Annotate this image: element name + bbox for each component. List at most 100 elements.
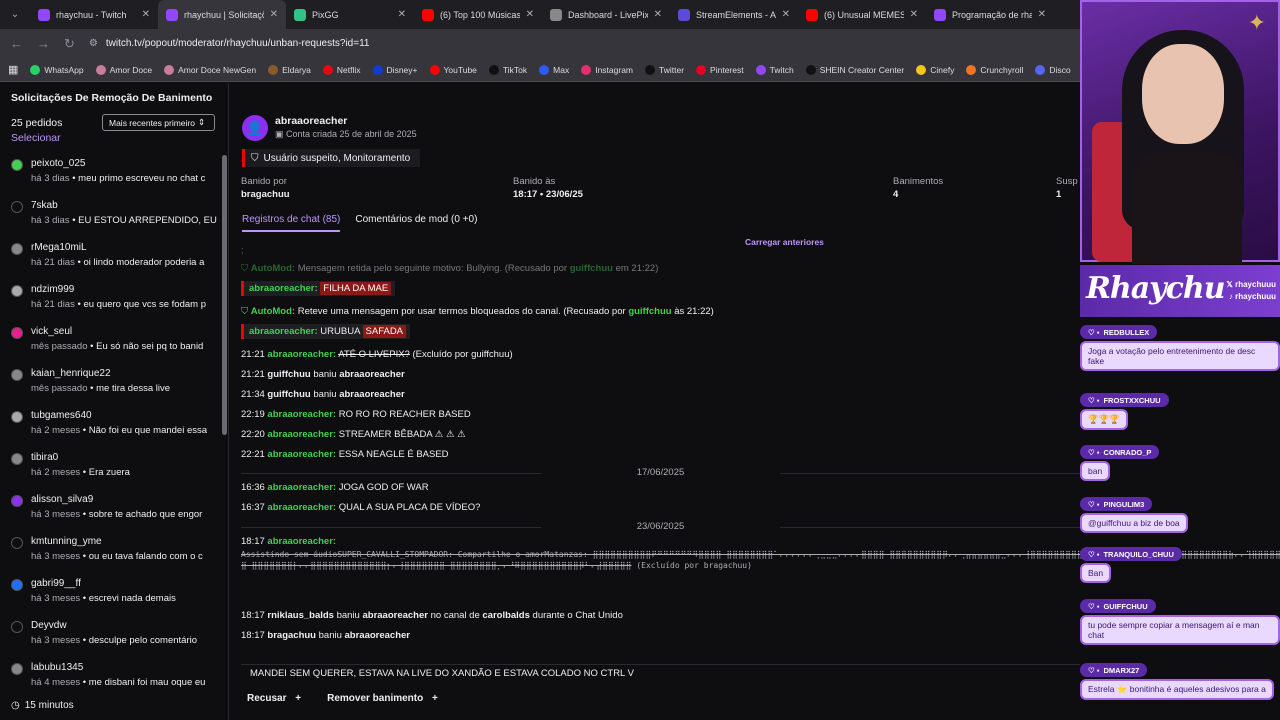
log-user[interactable]: abraaoreacher: (267, 502, 336, 513)
account-created-text: Conta criada 25 de abril de 2025 (286, 129, 417, 139)
bookmark-item[interactable]: Crunchyroll (966, 64, 1023, 75)
automod-moderator[interactable]: guiffchuu (570, 263, 613, 274)
bookmark-item[interactable]: Cinefy (916, 64, 954, 75)
list-item[interactable]: gabri99__ff há 3 meses • escrevi nada dem… (0, 573, 222, 615)
close-icon[interactable]: ✕ (398, 9, 406, 20)
close-icon[interactable]: ✕ (270, 9, 278, 20)
bookmark-item[interactable]: Disco (1035, 64, 1071, 75)
list-item[interactable]: kaian_henrique22 mês passado • me tira de… (0, 363, 222, 405)
bookmark-item[interactable]: Amor Doce (95, 64, 152, 75)
browser-tab[interactable]: Programação de rha ✕ (926, 0, 1054, 29)
forward-icon[interactable]: → (37, 36, 50, 51)
list-item[interactable]: Deyvdw há 3 meses • desculpe pelo comentá… (0, 615, 222, 657)
log-target[interactable]: abraaoreacher (345, 630, 410, 641)
log-text: JOGA GOD OF WAR (338, 482, 429, 493)
bookmark-item[interactable]: SHEIN Creator Center (805, 64, 904, 75)
bookmark-item[interactable]: YouTube (429, 64, 477, 75)
overlay-chat-user: ♡ ▪ PINGULIM3 (1080, 497, 1153, 511)
log-target[interactable]: abraaoreacher (339, 389, 404, 400)
request-preview: há 3 meses • escrevi nada demais (31, 593, 220, 604)
log-user[interactable]: abraaoreacher: (267, 349, 336, 360)
url-text[interactable]: twitch.tv/popout/moderator/rhaychuu/unba… (106, 38, 370, 49)
list-item[interactable]: peixoto_025 há 3 dias • meu primo escreve… (0, 153, 222, 195)
list-item[interactable]: vick_seul mês passado • Eu só não sei pq … (0, 321, 222, 363)
bookmark-item[interactable]: Pinterest (696, 64, 744, 75)
bookmark-item[interactable]: Twitter (645, 64, 684, 75)
bookmark-icon (268, 64, 279, 75)
username[interactable]: abraaoreacher (275, 115, 347, 127)
tab-mod-comments[interactable]: Comentários de mod (0 +0) (355, 214, 477, 232)
bookmark-item[interactable]: Twitch (755, 64, 794, 75)
log-user[interactable]: abraaoreacher: (267, 482, 336, 493)
apps-grid-icon[interactable]: ▦ (8, 63, 18, 76)
list-item[interactable]: kmtunning_yme há 3 meses • ou eu tava fal… (0, 531, 222, 573)
browser-tab[interactable]: rhaychuu - Twitch ✕ (30, 0, 158, 29)
list-item[interactable]: ndzim999 há 21 dias • eu quero que vcs se… (0, 279, 222, 321)
list-item[interactable]: tubgames640 há 2 meses • Não foi eu que m… (0, 405, 222, 447)
close-icon[interactable]: ✕ (142, 9, 150, 20)
load-previous-button[interactable]: Carregar anteriores (745, 237, 824, 247)
bookmark-item[interactable]: Amor Doce NewGen (164, 64, 256, 75)
back-icon[interactable]: ← (10, 36, 23, 51)
site-info-icon[interactable]: ⚙ (89, 38, 98, 49)
user-avatar[interactable]: 👤 (242, 115, 268, 141)
overlay-chat-user: ♡ ▪ TRANQUILO_CHUU (1080, 547, 1182, 561)
avatar (11, 159, 23, 171)
browser-tab[interactable]: rhaychuu | Solicitaçõ ✕ (158, 0, 286, 29)
browser-tab[interactable]: (6) Unusual MEMES ✕ (798, 0, 926, 29)
log-note: durante o Chat Unido (532, 610, 623, 621)
deny-button[interactable]: Recusar + (247, 693, 301, 704)
reload-icon[interactable]: ↻ (64, 36, 75, 52)
browser-tab[interactable]: Dashboard - LivePix ✕ (542, 0, 670, 29)
automod-moderator[interactable]: guiffchuu (628, 306, 671, 317)
bookmark-item[interactable]: Disney+ (372, 64, 418, 75)
bookmark-item[interactable]: Eldarya (268, 64, 311, 75)
message-user[interactable]: abraaoreacher: (249, 283, 318, 294)
list-item[interactable]: 7skab há 3 dias • EU ESTOU ARREPENDIDO, E… (0, 195, 222, 237)
unban-button[interactable]: Remover banimento + (327, 693, 438, 704)
log-channel[interactable]: carolbalds (482, 610, 530, 621)
tab-chat-logs[interactable]: Registros de chat (85) (242, 214, 341, 232)
log-user[interactable]: abraaoreacher: (267, 536, 336, 547)
log-user[interactable]: guiffchuu (267, 369, 310, 380)
browser-tab[interactable]: (6) Top 100 Músicas ✕ (414, 0, 542, 29)
log-user[interactable]: rniklaus_balds (267, 610, 334, 621)
log-user[interactable]: abraaoreacher: (267, 409, 336, 420)
address-bar[interactable]: ⚙ twitch.tv/popout/moderator/rhaychuu/un… (89, 38, 1070, 49)
list-item[interactable]: alisson_silva9 há 3 meses • sobre te acha… (0, 489, 222, 531)
tab-list-icon[interactable]: ⌄ (0, 9, 30, 20)
scrollbar[interactable] (222, 155, 227, 435)
bookmark-label: Twitch (769, 64, 794, 75)
list-item[interactable]: tibira0 há 2 meses • Era zuera (0, 447, 222, 489)
bookmark-item[interactable]: Instagram (581, 64, 633, 75)
bookmark-item[interactable]: WhatsApp (30, 64, 84, 75)
close-icon[interactable]: ✕ (654, 9, 662, 20)
list-item[interactable]: labubu1345 há 4 meses • me disbani foi ma… (0, 657, 222, 699)
bookmark-item[interactable]: TikTok (488, 64, 527, 75)
request-message: me disbani foi mau oque eu (88, 677, 206, 688)
select-link[interactable]: Selecionar (11, 132, 61, 144)
request-username: kaian_henrique22 (31, 368, 111, 379)
browser-tab[interactable]: PixGG ✕ (286, 0, 414, 29)
suspicious-user-badge[interactable]: ⛉ Usuário suspeito, Monitoramento (242, 149, 420, 167)
bookmark-item[interactable]: Max (539, 64, 569, 75)
tab-title: (6) Top 100 Músicas (440, 9, 520, 20)
log-user[interactable]: guiffchuu (267, 389, 310, 400)
log-target[interactable]: abraaoreacher (339, 369, 404, 380)
bookmark-item[interactable]: Netflix (322, 64, 361, 75)
log-user[interactable]: bragachuu (267, 630, 316, 641)
close-icon[interactable]: ✕ (782, 9, 790, 20)
bookmark-icon (322, 64, 333, 75)
log-user[interactable]: abraaoreacher: (267, 429, 336, 440)
list-item[interactable]: rMega10miL há 21 dias • oi lindo moderado… (0, 237, 222, 279)
close-icon[interactable]: ✕ (1038, 9, 1046, 20)
message-user[interactable]: abraaoreacher: (249, 326, 318, 337)
suspensions-value: 1 (1056, 189, 1062, 200)
log-target[interactable]: abraaoreacher (362, 610, 427, 621)
sort-dropdown[interactable]: Mais recentes primeiro ⇕ (102, 114, 215, 131)
bookmark-icon (755, 64, 766, 75)
close-icon[interactable]: ✕ (910, 9, 918, 20)
close-icon[interactable]: ✕ (526, 9, 534, 20)
log-user[interactable]: abraaoreacher: (267, 449, 336, 460)
browser-tab[interactable]: StreamElements - Ac ✕ (670, 0, 798, 29)
